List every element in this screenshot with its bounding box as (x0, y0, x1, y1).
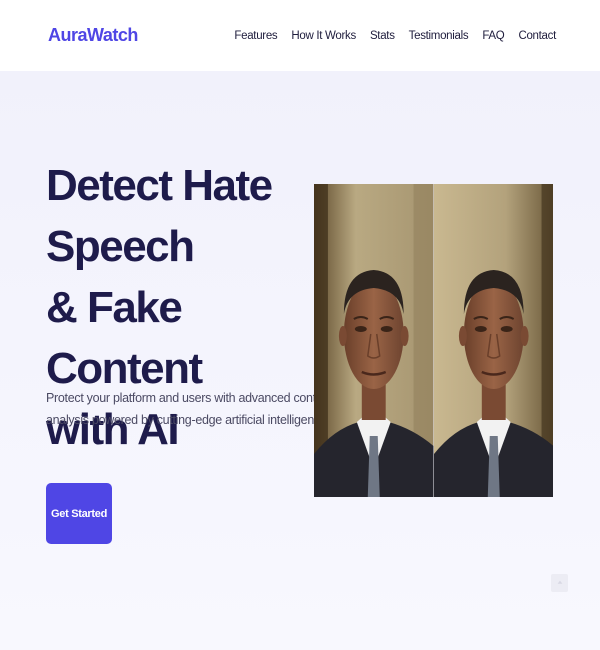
hero-description-line: analysis powered by cutting-edge artific… (46, 413, 330, 427)
nav-link-features[interactable]: Features (234, 30, 277, 42)
portrait-image (314, 184, 434, 497)
portrait-image (433, 184, 553, 497)
hero-description-line: Protect your platform and users with adv… (46, 391, 333, 405)
portrait-right (433, 184, 553, 497)
nav-links: Features How It Works Stats Testimonials… (234, 30, 556, 42)
hero-title-line: Detect Hate Speech (46, 161, 273, 271)
hero-description: Protect your platform and users with adv… (46, 387, 333, 431)
nav-link-faq[interactable]: FAQ (482, 30, 504, 42)
portrait-left (314, 184, 434, 497)
hero-title-line: & Fake Content (46, 283, 203, 393)
hero-section: Detect Hate Speech & Fake Content with A… (0, 71, 600, 650)
nav-link-testimonials[interactable]: Testimonials (409, 30, 469, 42)
nav-link-contact[interactable]: Contact (518, 30, 556, 42)
hero-image (314, 184, 553, 497)
arrow-up-icon (557, 580, 562, 584)
nav-link-stats[interactable]: Stats (370, 30, 395, 42)
scroll-top-button[interactable] (551, 574, 568, 592)
get-started-button[interactable]: Get Started (46, 483, 112, 544)
navbar: AuraWatch Features How It Works Stats Te… (0, 0, 600, 71)
nav-link-how-it-works[interactable]: How It Works (291, 30, 356, 42)
logo[interactable]: AuraWatch (48, 25, 138, 46)
